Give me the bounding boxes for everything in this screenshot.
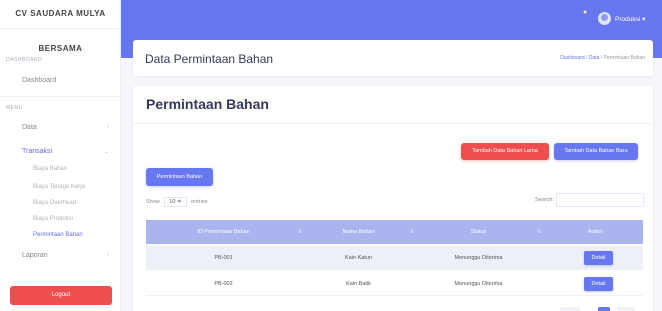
column-header-status[interactable]: Status bbox=[416, 220, 541, 244]
sidebar-subitem-biaya-produksi[interactable]: Biaya Produksi bbox=[33, 216, 73, 222]
brand-subname: BERSAMA bbox=[38, 44, 83, 53]
entries-label: entries bbox=[191, 199, 208, 205]
column-header-id[interactable]: ID Permintaan Bahan bbox=[146, 220, 301, 244]
entries-control: Show 10 ≑ entries bbox=[146, 197, 208, 207]
chevron-down-icon: ⌄ bbox=[103, 149, 109, 155]
pagination-next[interactable] bbox=[617, 307, 635, 311]
sidebar-divider bbox=[0, 96, 121, 97]
tambah-bahan-baru-button[interactable]: Tambah Data Bahan Baru bbox=[554, 143, 638, 160]
detail-button[interactable]: Detail bbox=[584, 251, 613, 265]
sidebar-item-data[interactable]: Data bbox=[22, 124, 37, 131]
cell-status: Menunggu Diterima bbox=[454, 255, 503, 261]
column-header-action: Action bbox=[587, 229, 604, 235]
brand-divider bbox=[0, 28, 121, 29]
detail-button[interactable]: Detail bbox=[584, 277, 613, 291]
breadcrumb-current: Permintaan Bahan bbox=[603, 55, 645, 61]
chevron-right-icon: › bbox=[107, 252, 109, 258]
user-menu[interactable]: Produksi ▾ bbox=[615, 15, 645, 23]
main-card: Permintaan Bahan Tambah Data Bahan Lama … bbox=[133, 86, 653, 311]
tambah-bahan-lama-button[interactable]: Tambah Data Bahan Lama bbox=[461, 143, 549, 160]
sidebar-item-transaksi[interactable]: Transaksi bbox=[22, 148, 52, 155]
logout-button[interactable]: Logout bbox=[10, 286, 112, 305]
breadcrumb-dashboard[interactable]: Dashboard bbox=[560, 55, 584, 61]
sidebar-subitem-biaya-tenaga-kerja[interactable]: Biaya Tenaga Kerja bbox=[33, 184, 85, 190]
page-title: Data Permintaan Bahan bbox=[145, 52, 274, 66]
table-row: PB-002 Kain Batik Menunggu Diterima Deta… bbox=[146, 272, 643, 296]
pagination-page-1[interactable] bbox=[598, 307, 610, 311]
sidebar: CV SAUDARA MULYA BERSAMA DASHBOARD Dashb… bbox=[0, 0, 121, 311]
chevron-right-icon: › bbox=[107, 124, 109, 130]
section-dashboard: DASHBOARD bbox=[6, 57, 43, 63]
card-title: Permintaan Bahan bbox=[146, 96, 269, 112]
entries-select[interactable]: 10 ≑ bbox=[164, 197, 187, 207]
cell-id: PB-001 bbox=[214, 255, 233, 261]
permintaan-bahan-button[interactable]: Permintaan Bahan bbox=[146, 168, 213, 186]
cell-id: PB-002 bbox=[214, 281, 233, 287]
sidebar-subitem-permintaan-bahan[interactable]: Permintaan Bahan bbox=[33, 232, 83, 238]
cell-nama: Kain Batik bbox=[346, 281, 371, 287]
cell-status: Menunggu Diterima bbox=[454, 281, 503, 287]
section-menu: MENU bbox=[6, 105, 23, 111]
breadcrumb-data[interactable]: Data bbox=[589, 55, 600, 61]
table-header: ID Permintaan Bahan ⇅ Nama Bahan ⇅ Statu… bbox=[146, 220, 643, 244]
pagination-previous[interactable] bbox=[560, 307, 580, 311]
search-input[interactable] bbox=[556, 193, 644, 207]
bell-icon[interactable]: ● bbox=[583, 9, 587, 16]
search-label: Search: bbox=[535, 197, 554, 203]
breadcrumb: Dashboard / Data / Permintaan Bahan bbox=[560, 55, 645, 61]
sidebar-subitem-biaya-bahan[interactable]: Biaya Bahan bbox=[33, 166, 67, 172]
sidebar-subitem-biaya-overhead[interactable]: Biaya Overhead bbox=[33, 200, 76, 206]
show-label: Show bbox=[146, 199, 160, 205]
brand-name: CV SAUDARA MULYA bbox=[15, 9, 106, 18]
sidebar-item-dashboard[interactable]: Dashboard bbox=[22, 77, 56, 84]
sort-icon[interactable]: ⇅ bbox=[298, 220, 302, 244]
card-divider bbox=[133, 123, 653, 124]
sidebar-item-laporan[interactable]: Laporan bbox=[22, 252, 48, 259]
cell-nama: Kain Katun bbox=[345, 255, 372, 261]
sort-icon[interactable]: ⇅ bbox=[537, 220, 541, 244]
table-row: PB-001 Kain Katun Menunggu Diterima Deta… bbox=[146, 246, 643, 270]
avatar[interactable] bbox=[598, 12, 611, 25]
section-header: Data Permintaan Bahan Dashboard / Data /… bbox=[133, 40, 653, 76]
sort-icon[interactable]: ⇅ bbox=[410, 220, 414, 244]
column-header-nama[interactable]: Nama Bahan bbox=[303, 220, 414, 244]
